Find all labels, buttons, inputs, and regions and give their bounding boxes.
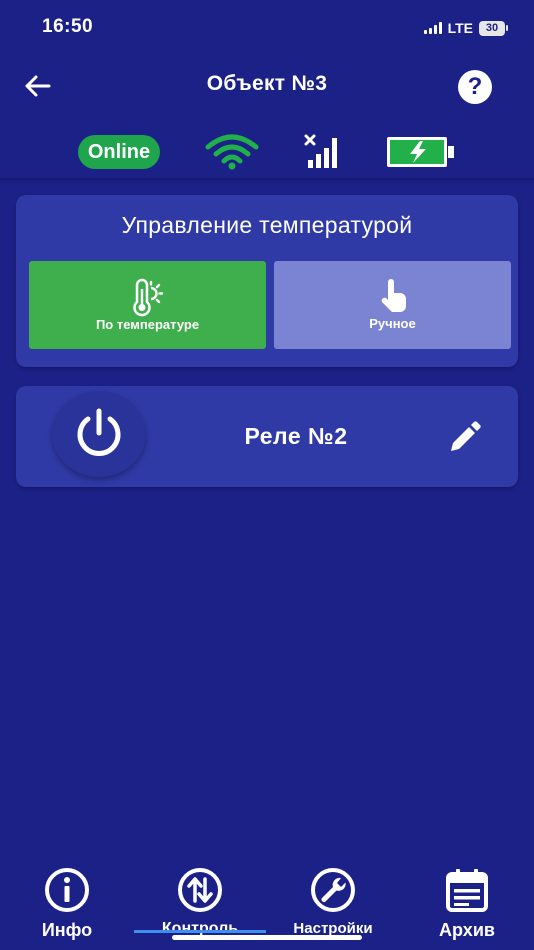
cellular-no-signal-icon	[304, 134, 338, 168]
edit-relay-button[interactable]	[446, 420, 482, 456]
relay-card: Реле №2	[16, 386, 518, 487]
temperature-control-card: Управление температурой По температуре Р…	[16, 195, 518, 367]
mode-by-temperature-button[interactable]: По температуре	[29, 261, 266, 349]
wrench-icon	[311, 868, 355, 912]
status-battery-icon: 30	[479, 20, 508, 36]
nav-info[interactable]: Инфо	[7, 866, 127, 941]
calendar-icon	[446, 869, 488, 912]
nav-settings[interactable]: Настройки	[273, 866, 393, 937]
hand-pointer-icon	[381, 279, 406, 312]
wifi-icon	[205, 134, 259, 170]
online-badge: Online	[77, 135, 161, 169]
status-battery-level: 30	[479, 20, 505, 36]
help-button[interactable]: ?	[458, 70, 492, 104]
status-time: 16:50	[42, 16, 94, 37]
temperature-control-title: Управление температурой	[121, 212, 413, 238]
nav-archive-label: Архив	[439, 920, 495, 940]
signal-strength-icon	[423, 22, 442, 34]
relay-title: Реле №2	[244, 423, 348, 449]
bottom-navigation: Инфо Контроль Настройки Архив	[0, 860, 534, 950]
battery-charging-icon	[387, 137, 455, 167]
mode-manual-label: Ручное	[369, 316, 416, 331]
status-bar: 16:50 LTE 30	[0, 0, 534, 56]
network-type: LTE	[447, 20, 473, 36]
info-icon	[45, 868, 89, 912]
home-indicator[interactable]	[172, 935, 362, 940]
swap-vertical-icon	[178, 868, 222, 912]
nav-archive[interactable]: Архив	[407, 866, 527, 941]
nav-info-label: Инфо	[41, 920, 93, 940]
power-icon	[77, 408, 121, 456]
mode-by-temperature-label: По температуре	[95, 317, 200, 332]
app-header: Объект №3 ?	[0, 56, 534, 116]
power-toggle-button[interactable]	[52, 391, 146, 477]
header-divider	[0, 178, 534, 184]
thermometer-sun-icon	[132, 278, 163, 317]
pencil-icon	[451, 421, 481, 451]
page-title: Объект №3	[206, 72, 328, 95]
nav-control[interactable]: Контроль	[140, 866, 260, 938]
device-status-row: Online	[0, 126, 534, 178]
active-tab-indicator	[134, 930, 266, 933]
mode-manual-button[interactable]: Ручное	[274, 261, 511, 349]
status-indicators: LTE 30	[423, 20, 508, 36]
